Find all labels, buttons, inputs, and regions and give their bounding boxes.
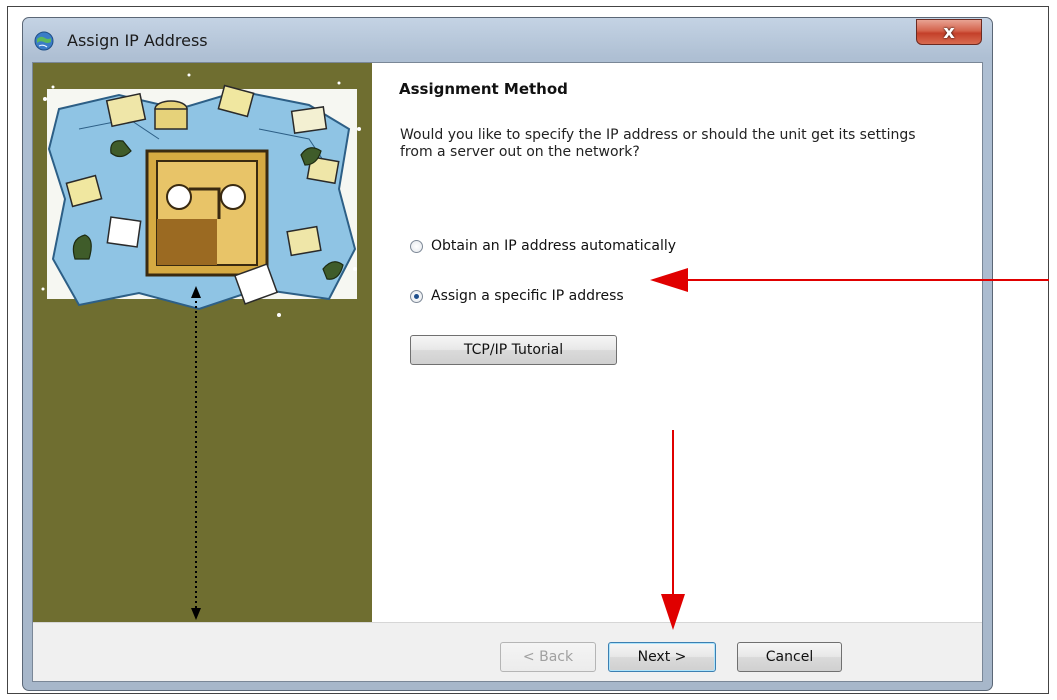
option-assign-specific[interactable]: Assign a specific IP address — [410, 288, 624, 304]
back-button[interactable]: < Back — [500, 642, 596, 672]
page-description: Would you like to specify the IP address… — [400, 127, 916, 160]
tcp-ip-tutorial-button[interactable]: TCP/IP Tutorial — [410, 335, 617, 365]
next-button[interactable]: Next > — [608, 642, 716, 672]
close-button[interactable]: x — [916, 19, 982, 45]
radio-obtain-automatically[interactable] — [410, 239, 423, 253]
close-icon: x — [943, 21, 955, 43]
footer-divider — [33, 622, 982, 623]
title-bar[interactable]: Assign IP Address x — [23, 18, 992, 62]
network-globe-icon — [34, 31, 54, 51]
window-title: Assign IP Address — [67, 31, 208, 50]
wizard-content: Assignment Method Would you like to spec… — [372, 63, 982, 622]
option-label: Obtain an IP address automatically — [431, 238, 677, 254]
option-obtain-automatically[interactable]: Obtain an IP address automatically — [410, 238, 676, 254]
option-label: Assign a specific IP address — [431, 288, 624, 304]
dialog-window: Assign IP Address x Assignment Method Wo… — [22, 17, 993, 691]
wizard-side-panel — [33, 63, 372, 622]
radio-assign-specific[interactable] — [410, 289, 423, 303]
dialog-client: Assignment Method Would you like to spec… — [32, 62, 983, 682]
network-illustration — [41, 73, 361, 317]
page-heading: Assignment Method — [399, 80, 568, 98]
cancel-button[interactable]: Cancel — [737, 642, 842, 672]
